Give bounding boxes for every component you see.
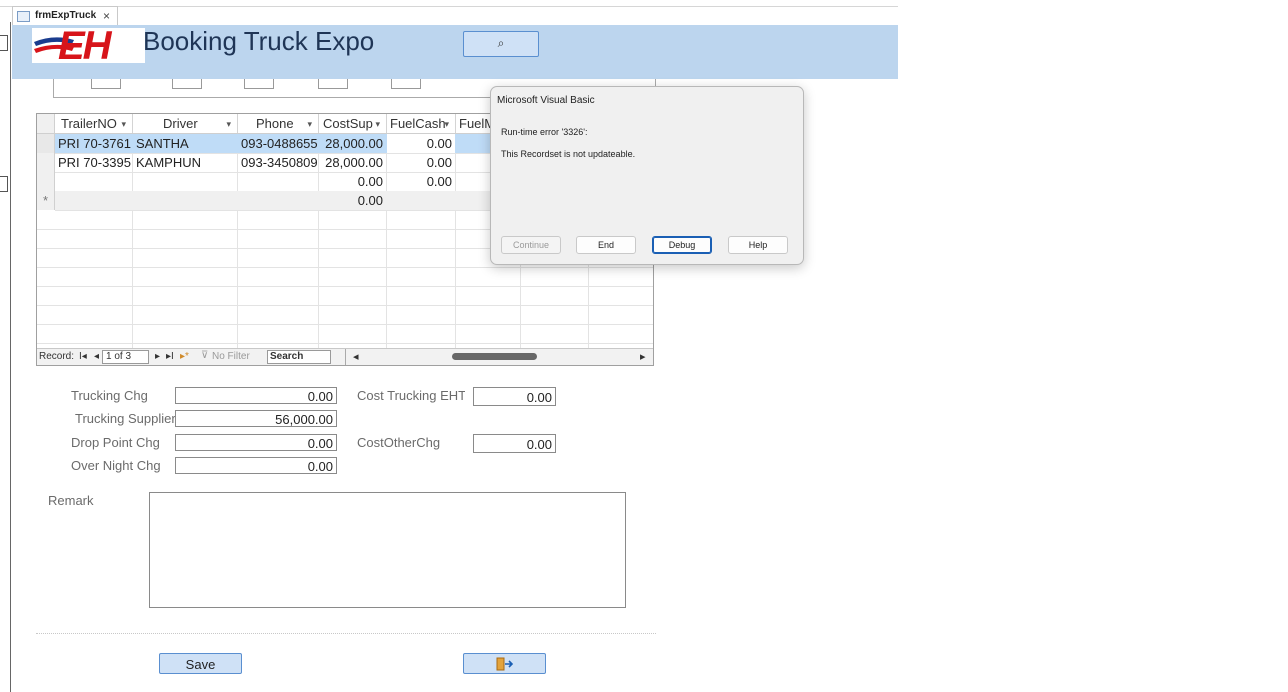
exit-door-icon: [496, 657, 513, 671]
first-record-button[interactable]: I◂: [79, 351, 87, 362]
row-selector[interactable]: [37, 153, 55, 172]
search-button[interactable]: ⌕: [463, 31, 539, 57]
cell-trailerno[interactable]: PRI 70-3761: [55, 134, 132, 153]
cell-trailerno[interactable]: PRI 70-3395: [55, 153, 132, 172]
end-button[interactable]: End: [576, 236, 636, 254]
row-selector[interactable]: [37, 172, 55, 191]
nav-divider: [345, 349, 346, 365]
cell-costsup[interactable]: 0.00: [319, 191, 386, 210]
save-button[interactable]: Save: [159, 653, 242, 674]
drop-point-chg-label: Drop Point Chg: [71, 435, 160, 450]
close-icon[interactable]: ×: [103, 9, 110, 23]
continue-button: Continue: [501, 236, 561, 254]
empty-row: [37, 324, 653, 344]
tab-label: frmExpTruck: [35, 10, 97, 21]
over-night-chg-field[interactable]: 0.00: [175, 457, 337, 474]
form-icon: [17, 11, 30, 22]
option-box[interactable]: [391, 79, 421, 89]
form-header: EH Booking Truck Expo ⌕: [12, 24, 898, 79]
record-label: Record:: [39, 351, 75, 362]
column-header-phone[interactable]: Phone ▾: [238, 114, 319, 133]
trucking-chg-label: Trucking Chg: [71, 388, 148, 403]
page-title: Booking Truck Expo: [143, 26, 375, 56]
dialog-title: Microsoft Visual Basic: [497, 95, 595, 106]
empty-row: [37, 286, 653, 306]
left-border: [10, 22, 11, 692]
new-record-button[interactable]: ▸*: [180, 351, 189, 362]
filter-icon: ⊽: [201, 350, 209, 361]
cost-other-chg-label: CostOtherChg: [357, 435, 441, 450]
over-night-chg-label: Over Night Chg: [71, 458, 161, 473]
help-button[interactable]: Help: [728, 236, 788, 254]
column-header-driver[interactable]: Driver ▾: [133, 114, 238, 133]
option-box[interactable]: [244, 79, 274, 89]
empty-row: [37, 267, 653, 287]
select-all-corner[interactable]: [37, 114, 55, 133]
edge-control-top: [0, 35, 8, 51]
edge-control-mid: [0, 176, 8, 192]
remark-textarea[interactable]: [149, 492, 626, 608]
debug-button[interactable]: Debug: [652, 236, 712, 254]
cell-fuelcash[interactable]: 0.00: [387, 153, 455, 172]
vba-error-dialog: Microsoft Visual Basic Run-time error '3…: [490, 86, 804, 265]
tab-strip-line: [0, 6, 898, 7]
column-header-trailerno[interactable]: TrailerNO ▾: [55, 114, 133, 133]
no-filter-button[interactable]: No Filter: [212, 351, 250, 362]
scroll-right-icon[interactable]: ▸: [640, 350, 646, 363]
next-record-button[interactable]: ▸: [155, 351, 160, 362]
option-box[interactable]: [91, 79, 121, 89]
trucking-chg-field[interactable]: 0.00: [175, 387, 337, 404]
scroll-left-icon[interactable]: ◂: [353, 350, 359, 363]
cell-driver[interactable]: KAMPHUN: [133, 153, 237, 172]
cell-phone[interactable]: 093-0488655: [238, 134, 318, 153]
option-box[interactable]: [318, 79, 348, 89]
trucking-supplier-label: Trucking Supplier: [75, 411, 176, 426]
empty-row: [37, 305, 653, 325]
cost-trucking-field[interactable]: 0.00: [473, 387, 556, 406]
horizontal-scrollbar-thumb[interactable]: [452, 353, 537, 360]
cost-other-chg-field[interactable]: 0.00: [473, 434, 556, 453]
dialog-error-line: Run-time error '3326':: [501, 127, 588, 137]
remark-label: Remark: [48, 493, 94, 508]
previous-record-button[interactable]: ◂: [94, 351, 99, 362]
new-record-marker[interactable]: *: [37, 191, 55, 210]
record-position-field[interactable]: 1 of 3: [102, 350, 149, 364]
column-header-fuelcash[interactable]: FuelCash ▾: [387, 114, 456, 133]
tab-frmexptruck[interactable]: frmExpTruck ×: [12, 6, 118, 26]
option-box[interactable]: [172, 79, 202, 89]
company-logo: EH: [32, 24, 145, 68]
row-selector[interactable]: [37, 134, 55, 153]
cell-fuelcash[interactable]: 0.00: [387, 134, 455, 153]
exit-button[interactable]: [463, 653, 546, 674]
dialog-message: This Recordset is not updateable.: [501, 149, 636, 159]
logo-text: EH: [58, 24, 112, 68]
cell-fuelcash[interactable]: 0.00: [387, 172, 455, 191]
drop-point-chg-field[interactable]: 0.00: [175, 434, 337, 451]
search-icon: ⌕: [497, 36, 505, 50]
column-header-costsup[interactable]: CostSup ▾: [319, 114, 387, 133]
cell-costsup[interactable]: 28,000.00: [319, 134, 386, 153]
cell-driver[interactable]: SANTHA: [133, 134, 237, 153]
cost-trucking-label: Cost Trucking EHT: [357, 388, 465, 403]
cell-phone[interactable]: 093-3450809: [238, 153, 318, 172]
record-navigation-bar: Record: I◂ ◂ 1 of 3 ▸ ▸I ▸* ⊽ No Filter …: [37, 348, 653, 365]
form-section-divider: [36, 633, 656, 634]
cell-costsup[interactable]: 28,000.00: [319, 153, 386, 172]
search-field[interactable]: Search: [267, 350, 331, 364]
cell-costsup[interactable]: 0.00: [319, 172, 386, 191]
trucking-supplier-field[interactable]: 56,000.00: [175, 410, 337, 427]
last-record-button[interactable]: ▸I: [166, 351, 174, 362]
